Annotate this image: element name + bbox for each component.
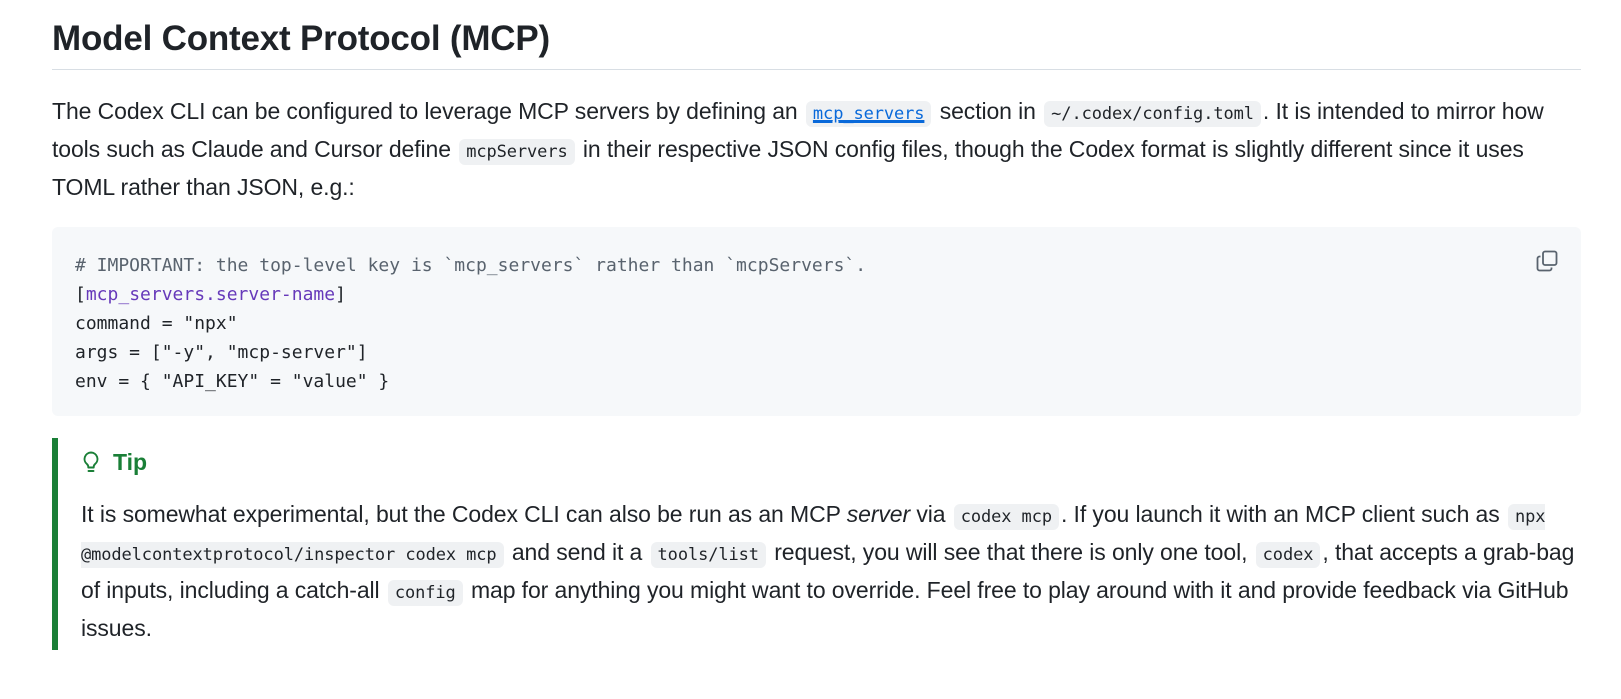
- code-line-args: args = ["-y", "mcp-server"]: [75, 342, 368, 363]
- tip-text-3: . If you launch it with an MCP client su…: [1060, 501, 1500, 527]
- tip-text-5: request, you will see that there is only…: [774, 539, 1248, 565]
- copy-button[interactable]: [1533, 247, 1561, 275]
- intro-paragraph: The Codex CLI can be configured to lever…: [52, 94, 1581, 205]
- code-section-name: mcp_servers.server-name: [85, 284, 336, 305]
- codex-code: codex: [1255, 542, 1321, 568]
- intro-text-2: section in: [939, 98, 1036, 124]
- tip-title-text: Tip: [113, 449, 148, 475]
- intro-text-1: The Codex CLI can be configured to lever…: [52, 98, 798, 124]
- tip-text-1: It is somewhat experimental, but the Cod…: [81, 501, 841, 527]
- code-section-open: [: [75, 284, 86, 305]
- code-line-env: env = { "API_KEY" = "value" }: [75, 371, 390, 392]
- tip-text-4: and send it a: [511, 539, 643, 565]
- codex-mcp-code: codex mcp: [953, 504, 1059, 530]
- mcp-servers-code: mcp_servers: [805, 101, 932, 127]
- tip-title: Tip: [81, 444, 1581, 480]
- tip-text-2: via: [916, 501, 946, 527]
- mcpservers-code: mcpServers: [459, 139, 575, 165]
- code-line-command: command = "npx": [75, 313, 238, 334]
- code-content: # IMPORTANT: the top-level key is `mcp_s…: [75, 251, 1558, 396]
- code-section-close: ]: [335, 284, 346, 305]
- tools-list-code: tools/list: [650, 542, 766, 568]
- toml-code-block: # IMPORTANT: the top-level key is `mcp_s…: [52, 227, 1581, 416]
- copy-icon: [1536, 250, 1558, 272]
- tip-callout: Tip It is somewhat experimental, but the…: [52, 438, 1581, 650]
- code-comment: # IMPORTANT: the top-level key is `mcp_s…: [75, 255, 867, 276]
- section-heading: Model Context Protocol (MCP): [52, 0, 1581, 70]
- tip-emphasis-server: server: [846, 501, 911, 527]
- lightbulb-icon: [81, 450, 101, 474]
- readme-section: Model Context Protocol (MCP) The Codex C…: [52, 0, 1581, 650]
- tip-body: It is somewhat experimental, but the Cod…: [81, 497, 1581, 646]
- config-path-code: ~/.codex/config.toml: [1044, 101, 1261, 127]
- config-code: config: [387, 580, 463, 606]
- mcp-servers-link[interactable]: mcp_servers: [804, 98, 933, 127]
